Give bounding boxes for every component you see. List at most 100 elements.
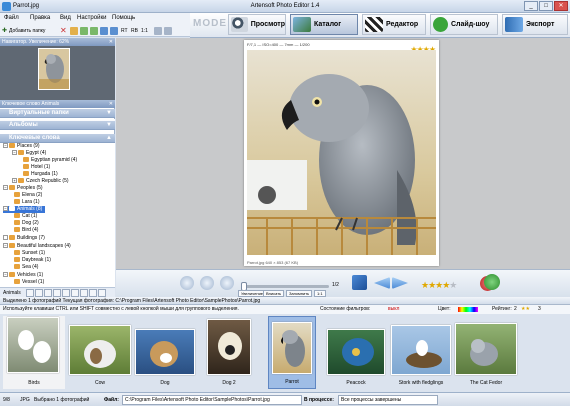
thumbnail-item[interactable]: Dog 2 <box>206 316 252 389</box>
fullscreen-icon[interactable] <box>352 275 367 290</box>
ratio-button[interactable]: 1:1 <box>141 28 148 34</box>
fit-button[interactable]: Увеличение <box>238 290 267 297</box>
tree-node[interactable]: Cat (1) <box>14 213 37 220</box>
zoom-a-button[interactable]: RT <box>121 28 128 34</box>
tree-node-selected[interactable]: − Animals (8) <box>3 206 46 213</box>
keywords-section[interactable]: Ключевые слова ▲ <box>0 134 115 143</box>
rotate-right-icon[interactable] <box>200 276 214 290</box>
close-button[interactable]: ✕ <box>554 1 568 11</box>
minimize-button[interactable]: _ <box>524 1 538 11</box>
tree-node[interactable]: Hurgada (1) <box>23 171 58 178</box>
tool-tag-icon[interactable] <box>80 289 88 297</box>
one-to-one-button[interactable]: 1:1 <box>314 290 326 297</box>
tree-node[interactable]: Daybreak (1) <box>14 257 51 264</box>
tree-node[interactable]: − Egypt (4) <box>12 150 46 157</box>
mode-slideshow-button[interactable]: Слайд-шоу <box>430 14 498 35</box>
thumbnail-item[interactable]: The Cat Fedor <box>454 316 518 389</box>
delete-icon[interactable]: ✕ <box>60 26 67 35</box>
zoom-out-icon[interactable] <box>164 27 172 35</box>
albums-section[interactable]: Альбомы ▼ <box>0 121 115 130</box>
mode-export-button[interactable]: Экспорт <box>502 14 568 35</box>
thumbnail-item[interactable]: Peacock <box>326 316 386 389</box>
back-icon[interactable] <box>100 27 108 35</box>
folder-icon[interactable] <box>70 27 78 35</box>
tree-node[interactable]: − Beautiful landscapes (4) <box>3 243 71 250</box>
tree-node[interactable]: Lara (1) <box>14 199 40 206</box>
tree-node[interactable]: Hotel (1) <box>23 164 50 171</box>
tree-node[interactable]: Sea (4) <box>14 264 38 271</box>
tree-node[interactable]: Elena (2) <box>14 192 42 199</box>
tool-up-icon[interactable] <box>53 289 61 297</box>
tree-node[interactable]: − Places (9) <box>3 143 40 150</box>
keywords-header: Ключевое слово Animals ✕ <box>0 100 115 108</box>
photo-viewer[interactable]: F/7,1 — ISO=400 — 7mm — 1/200 ★★★★ Parro… <box>116 38 570 269</box>
rating-filter-value[interactable]: 2 <box>514 305 517 314</box>
mode-bar: MODE: Просмотр Каталог Редактор Слайд-шо… <box>190 13 570 38</box>
menu-view[interactable]: Вид <box>60 15 71 21</box>
tool-down-icon[interactable] <box>62 289 70 297</box>
tree-node[interactable]: Bird (4) <box>14 227 38 234</box>
menu-help[interactable]: Помощь <box>112 15 135 21</box>
zoom-b-button[interactable]: RB <box>131 28 138 34</box>
add-folder-button[interactable]: Добавить папку <box>9 28 45 34</box>
filter-state-value[interactable]: выкл <box>388 305 399 314</box>
thumbnail-item[interactable]: Stork with fledglings <box>390 316 452 389</box>
next-arrow-icon[interactable] <box>392 277 408 289</box>
play-icon <box>433 17 448 32</box>
play-icon[interactable] <box>484 274 500 290</box>
thumbnail-item[interactable]: Cow <box>68 316 132 389</box>
remember-button[interactable]: Запомнить <box>286 290 313 297</box>
export-arrow-icon <box>505 17 523 32</box>
zoom-status: 9/8 <box>3 397 10 403</box>
thumbnail-item[interactable]: Dog <box>134 316 196 389</box>
photo-caption: Parrot.jpg 640 × 853 (67 KB) <box>247 260 299 265</box>
clapper-icon <box>365 17 383 32</box>
mode-view-button[interactable]: Просмотр <box>228 14 286 35</box>
maximize-button[interactable]: □ <box>539 1 553 11</box>
zoom-slider[interactable] <box>241 282 329 291</box>
rating-stars[interactable]: ★★★★★ <box>421 280 457 291</box>
tool-add-icon[interactable] <box>26 289 34 297</box>
zoom-icon[interactable] <box>220 276 234 290</box>
color-filter-swatch[interactable] <box>458 307 478 312</box>
forward-icon[interactable] <box>110 27 118 35</box>
tree-node[interactable]: Sunset (1) <box>14 250 45 257</box>
tree-node[interactable]: Egyptian pyramid (4) <box>23 157 77 164</box>
tree-node[interactable]: Buildings (7) <box>3 235 45 242</box>
rotate-left-icon[interactable] <box>180 276 194 290</box>
mode-editor-button[interactable]: Редактор <box>362 14 426 35</box>
keyword-tools: Animals <box>0 287 115 297</box>
virtual-folders-section[interactable]: Виртуальные папки ▼ <box>0 109 115 118</box>
chevron-up-icon: ▲ <box>106 135 112 141</box>
mode-catalog-button[interactable]: Каталог <box>290 14 358 35</box>
menu-settings[interactable]: Настройки <box>77 15 106 21</box>
tool-search-icon[interactable] <box>89 289 97 297</box>
pin-icon[interactable]: ✕ <box>109 100 113 108</box>
menu-edit[interactable]: Правка <box>30 15 50 21</box>
tree-node[interactable]: Dog (2) <box>14 220 39 227</box>
tree-node[interactable]: Vessel (1) <box>14 279 44 286</box>
thumbnail-item[interactable]: Birds <box>3 316 65 389</box>
tree-node[interactable]: − Peoples (5) <box>3 185 43 192</box>
tool-clear-icon[interactable] <box>98 289 106 297</box>
tree-node[interactable]: + Czech Republic (5) <box>12 178 69 185</box>
rotate-left-icon[interactable] <box>80 27 88 35</box>
previous-arrow-icon[interactable] <box>374 277 390 289</box>
tree-node[interactable]: − Vehicles (1) <box>3 272 43 279</box>
title-bar: Parrot.jpg Artensoft Photo Editor 1.4 _ … <box>0 0 570 13</box>
pin-icon[interactable]: ✕ <box>109 38 113 46</box>
tool-filter-icon[interactable] <box>71 289 79 297</box>
chevron-down-icon: ▼ <box>106 122 112 128</box>
exif-info: F/7,1 — ISO=400 — 7mm — 1/200 <box>247 42 310 47</box>
tool-delete-icon[interactable] <box>44 289 52 297</box>
rotate-right-icon[interactable] <box>90 27 98 35</box>
tool-edit-icon[interactable] <box>35 289 43 297</box>
add-folder-icon: ✚ <box>2 28 8 34</box>
thumbnail-item-selected[interactable]: Parrot <box>268 316 316 389</box>
navigator-preview[interactable] <box>0 46 115 104</box>
menu-file[interactable]: Файл <box>4 15 19 21</box>
insert-button[interactable]: Вписать <box>263 290 285 297</box>
zoom-in-icon[interactable] <box>154 27 162 35</box>
color-filter-label: Цвет: <box>438 306 451 312</box>
left-panel: Навигатор. Увеличение: 62% ✕ Ключевое сл… <box>0 38 115 323</box>
